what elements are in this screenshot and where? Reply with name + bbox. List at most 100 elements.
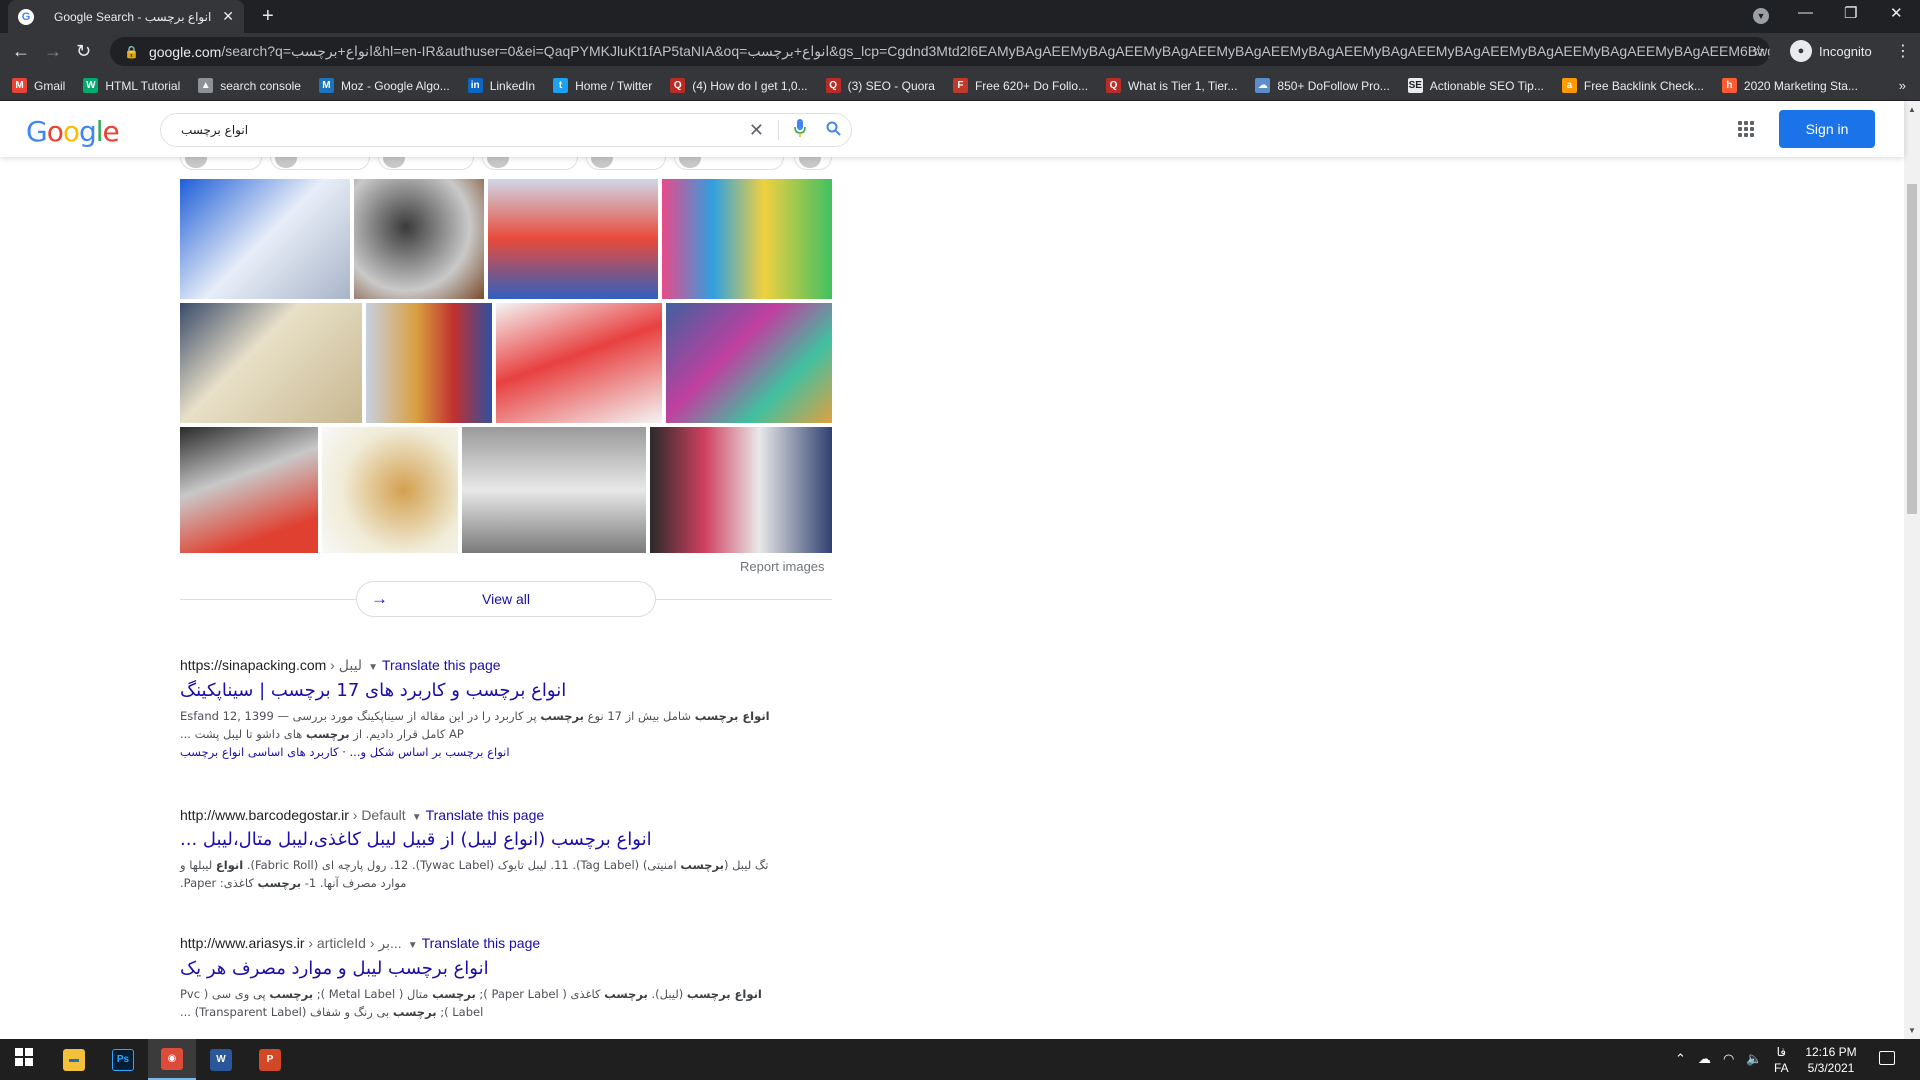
taskbar-chrome-button[interactable]: ◉ bbox=[148, 1039, 196, 1080]
result-title-link[interactable]: انواع برچسب و کاربرد های 17 برچسب | سینا… bbox=[180, 680, 780, 701]
bookmark-item[interactable]: SE Actionable SEO Tip... bbox=[1407, 78, 1544, 93]
taskbar-file-explorer-button[interactable]: ▬ bbox=[50, 1039, 98, 1080]
bookmark-item[interactable]: Q What is Tier 1, Tier... bbox=[1106, 78, 1237, 93]
google-header: Google ✕ Sign in bbox=[0, 101, 1904, 157]
incognito-indicator[interactable]: ● Incognito bbox=[1790, 40, 1872, 62]
tab-search-icon[interactable]: ▼ bbox=[1753, 8, 1769, 24]
image-result-thumbnail[interactable] bbox=[650, 427, 832, 553]
tab-title: Google Search - انواع برچسب bbox=[54, 9, 212, 24]
result-snippet: انواع برچسب (لیبل). برچسب کاغذی ( Paper … bbox=[180, 987, 762, 1019]
bookmark-star-icon[interactable]: ☆ bbox=[1752, 42, 1765, 60]
taskbar-powerpoint-button[interactable]: P bbox=[246, 1039, 294, 1080]
tray-chevron-icon[interactable]: ⌃ bbox=[1675, 1051, 1686, 1067]
result-menu-icon[interactable]: ▼ bbox=[368, 662, 378, 673]
language-indicator[interactable]: فا FA bbox=[1774, 1044, 1789, 1076]
report-images-link[interactable]: Report images bbox=[740, 559, 825, 574]
bookmark-item[interactable]: M Gmail bbox=[12, 78, 65, 93]
amazon-icon: a bbox=[1561, 78, 1577, 93]
google-apps-icon[interactable] bbox=[1738, 121, 1754, 137]
volume-muted-icon[interactable]: 🔈 bbox=[1746, 1051, 1762, 1067]
clock-time: 12:16 PM bbox=[1805, 1045, 1857, 1059]
result-title-link[interactable]: انواع برچسب لیبل و موارد مصرف هر یک bbox=[180, 958, 780, 979]
reload-icon[interactable]: ↻ bbox=[76, 41, 91, 62]
result-url[interactable]: https://sinapacking.com bbox=[180, 657, 326, 673]
result-url[interactable]: http://www.ariasys.ir bbox=[180, 935, 304, 951]
new-tab-icon[interactable]: + bbox=[262, 5, 274, 28]
translate-page-link[interactable]: Translate this page bbox=[382, 657, 501, 673]
image-result-thumbnail[interactable] bbox=[496, 303, 662, 423]
taskbar-word-button[interactable]: W bbox=[197, 1039, 245, 1080]
tab-close-icon[interactable]: ✕ bbox=[222, 8, 234, 25]
bookmark-item[interactable]: Q (4) How do I get 1,0... bbox=[670, 78, 808, 93]
translate-page-link[interactable]: Translate this page bbox=[426, 807, 545, 823]
bookmark-item[interactable]: t Home / Twitter bbox=[553, 78, 652, 93]
hubspot-icon: h bbox=[1721, 78, 1737, 93]
scroll-down-icon[interactable]: ▼ bbox=[1908, 1026, 1916, 1035]
taskbar-clock[interactable]: 12:16 PM 5/3/2021 bbox=[1796, 1044, 1866, 1076]
image-result-thumbnail[interactable] bbox=[180, 427, 318, 553]
image-result-thumbnail[interactable] bbox=[322, 427, 458, 553]
bookmark-item[interactable]: ▲ search console bbox=[198, 78, 301, 93]
onedrive-icon[interactable]: ☁ bbox=[1698, 1051, 1711, 1067]
bookmark-item[interactable]: a Free Backlink Check... bbox=[1561, 78, 1704, 93]
sign-in-button[interactable]: Sign in bbox=[1779, 110, 1875, 148]
twitter-icon: t bbox=[553, 78, 569, 93]
action-center-icon[interactable] bbox=[1879, 1051, 1895, 1065]
bookmark-item[interactable]: W HTML Tutorial bbox=[83, 78, 180, 93]
image-result-thumbnail[interactable] bbox=[488, 179, 658, 299]
voice-search-icon[interactable] bbox=[785, 118, 815, 142]
image-result-thumbnail[interactable] bbox=[366, 303, 492, 423]
language-code: FA bbox=[1774, 1061, 1789, 1075]
browser-tab[interactable]: G Google Search - انواع برچسب ✕ bbox=[8, 0, 244, 33]
result-snippet: انواع برچسب شامل بیش از 17 نوع برچسب پر … bbox=[180, 709, 770, 741]
forward-icon[interactable]: → bbox=[44, 41, 62, 62]
image-result-thumbnail[interactable] bbox=[462, 427, 646, 553]
bookmark-label: LinkedIn bbox=[489, 78, 536, 93]
image-result-thumbnail[interactable] bbox=[666, 303, 832, 423]
bookmark-item[interactable]: in LinkedIn bbox=[467, 78, 536, 93]
result-breadcrumb: › Default bbox=[348, 807, 406, 823]
wifi-icon[interactable]: ◠ bbox=[1723, 1051, 1734, 1067]
restore-icon[interactable]: ❐ bbox=[1844, 4, 1857, 22]
minimize-icon[interactable]: — bbox=[1798, 4, 1813, 21]
bookmark-item[interactable]: Q (3) SEO - Quora bbox=[825, 78, 935, 93]
url-path: /search?q=انواع+برچسب&hl=en-IR&authuser=… bbox=[221, 43, 1770, 59]
google-logo[interactable]: Google bbox=[26, 115, 120, 148]
bookmark-item[interactable]: h 2020 Marketing Sta... bbox=[1721, 78, 1858, 93]
taskbar-photoshop-button[interactable]: Ps bbox=[99, 1039, 147, 1080]
search-input[interactable] bbox=[181, 123, 735, 137]
browser-toolbar: ← → ↻ 🔒 google.com/search?q=انواع+برچسب&… bbox=[0, 33, 1920, 71]
translate-page-link[interactable]: Translate this page bbox=[422, 935, 541, 951]
image-result-thumbnail[interactable] bbox=[662, 179, 832, 299]
bookmark-label: search console bbox=[220, 78, 301, 93]
address-bar[interactable]: 🔒 google.com/search?q=انواع+برچسب&hl=en-… bbox=[110, 37, 1770, 66]
bookmark-item[interactable]: F Free 620+ Do Follo... bbox=[952, 78, 1088, 93]
search-submit-icon[interactable] bbox=[815, 121, 851, 140]
window-close-icon[interactable]: ✕ bbox=[1890, 4, 1903, 22]
scroll-up-icon[interactable]: ▲ bbox=[1908, 105, 1916, 114]
view-all-images-button[interactable]: → View all bbox=[356, 581, 656, 617]
result-sitelinks[interactable]: انواع برچسب بر اساس شکل و... · کاربرد ها… bbox=[180, 745, 780, 759]
clear-search-icon[interactable]: ✕ bbox=[735, 120, 779, 140]
chrome-menu-icon[interactable]: ⋮ bbox=[1895, 41, 1911, 61]
result-url[interactable]: http://www.barcodegostar.ir bbox=[180, 807, 349, 823]
image-result-thumbnail[interactable] bbox=[354, 179, 484, 299]
result-breadcrumb: › articleId › بر... bbox=[304, 935, 402, 951]
bookmark-item[interactable]: M Moz - Google Algo... bbox=[318, 78, 450, 93]
bookmark-label: Gmail bbox=[34, 78, 66, 93]
page-scrollbar[interactable]: ▲ ▼ bbox=[1904, 101, 1920, 1039]
taskbar-start-button[interactable] bbox=[0, 1039, 48, 1080]
more-bookmarks-icon[interactable]: » bbox=[1899, 78, 1906, 93]
result-menu-icon[interactable]: ▼ bbox=[408, 940, 418, 951]
clock-date: 5/3/2021 bbox=[1807, 1061, 1855, 1075]
search-result: https://sinapacking.com › لیبل ▼ Translate… bbox=[180, 657, 780, 759]
image-result-thumbnail[interactable] bbox=[180, 179, 350, 299]
image-result-thumbnail[interactable] bbox=[180, 303, 362, 423]
bookmark-label: (4) How do I get 1,0... bbox=[692, 78, 808, 93]
result-menu-icon[interactable]: ▼ bbox=[412, 812, 422, 823]
back-icon[interactable]: ← bbox=[12, 41, 30, 62]
result-title-link[interactable]: انواع برچسب (انواع لیبل) از قبیل لیبل کا… bbox=[180, 829, 780, 850]
bookmark-label: HTML Tutorial bbox=[105, 78, 181, 93]
bookmark-item[interactable]: ☁ 850+ DoFollow Pro... bbox=[1255, 78, 1390, 93]
scrollbar-thumb[interactable] bbox=[1907, 184, 1917, 514]
